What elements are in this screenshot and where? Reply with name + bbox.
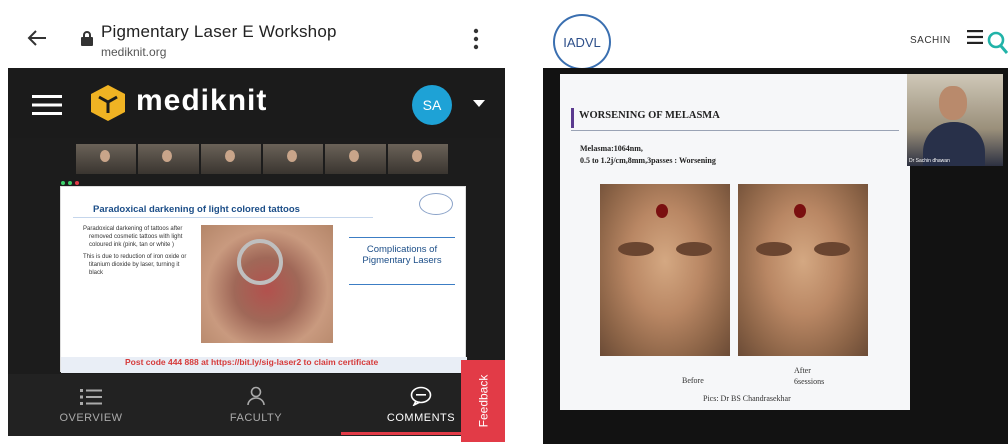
chevron-down-icon[interactable] <box>473 100 485 108</box>
before-label: Before <box>682 376 704 385</box>
search-icon[interactable] <box>987 30 1008 54</box>
iadvl-logo-icon <box>419 193 453 215</box>
clinical-photo-lips <box>201 225 333 343</box>
divider <box>73 217 373 218</box>
page-url[interactable]: mediknit.org <box>101 45 166 59</box>
tab-overview[interactable]: OVERVIEW <box>16 374 166 436</box>
presentation-slide: Paradoxical darkening of light colored t… <box>60 186 467 373</box>
page-title: Pigmentary Laser E Workshop <box>101 22 337 41</box>
tab-label: COMMENTS <box>386 412 456 424</box>
bindi-mark <box>794 204 806 218</box>
bindi-mark <box>656 204 668 218</box>
before-photo <box>600 184 730 356</box>
back-arrow-icon[interactable] <box>26 27 48 49</box>
title-accent-bar <box>571 108 574 128</box>
tab-faculty[interactable]: FACULTY <box>181 374 331 436</box>
mediknit-logo-icon <box>91 85 125 121</box>
after-photo <box>738 184 868 356</box>
eye-shape <box>676 242 712 256</box>
iadvl-logo: IADVL <box>553 14 611 70</box>
presenter-name: Dr Sachin dhawan <box>909 158 950 164</box>
screenshot-collage: Pigmentary Laser E Workshop mediknit.org… <box>0 0 1008 444</box>
iadvl-webinar-screen: IADVL SACHIN WORSENING OF MELASMA Melasm… <box>543 0 1008 444</box>
annotation-ring <box>237 239 283 285</box>
after-label: After <box>794 366 811 375</box>
person-icon <box>247 386 265 406</box>
photo-credit: Pics: Dr BS Chandrasekhar <box>703 394 791 403</box>
participant-thumbnail <box>262 144 324 174</box>
list-icon <box>80 389 102 405</box>
slide-parameter-line: 0.5 to 1.2j/cm,8mm,3passes : Worsening <box>580 156 716 165</box>
hamburger-menu-icon[interactable] <box>32 95 62 115</box>
bullet-item: This is due to reduction of iron oxide o… <box>83 254 187 276</box>
divider <box>571 130 899 131</box>
participant-thumbnail <box>76 144 137 174</box>
brand-name[interactable]: mediknit <box>136 84 267 118</box>
tab-label: OVERVIEW <box>59 412 123 424</box>
slide-bullets: Paradoxical darkening of tattoos after r… <box>81 225 191 281</box>
feedback-label: Feedback <box>476 374 491 428</box>
mediknit-mobile-screen: Pigmentary Laser E Workshop mediknit.org… <box>8 0 505 444</box>
more-options-icon[interactable] <box>473 28 479 50</box>
participant-thumbnail <box>138 144 199 174</box>
eye-shape <box>756 242 792 256</box>
eye-shape <box>618 242 654 256</box>
participant-thumbnail <box>387 144 448 174</box>
slide-title: Paradoxical darkening of light colored t… <box>93 204 300 215</box>
user-name[interactable]: SACHIN <box>910 35 951 46</box>
webinar-header: IADVL SACHIN <box>543 0 1008 70</box>
active-tab-indicator <box>341 432 467 435</box>
lock-icon <box>81 31 93 46</box>
slide-title: WORSENING OF MELASMA <box>579 110 720 121</box>
user-avatar[interactable]: SA <box>412 85 452 125</box>
feedback-button[interactable]: Feedback <box>461 360 505 442</box>
menu-icon[interactable] <box>967 30 983 44</box>
chat-bubble-icon <box>410 386 432 406</box>
tab-label: FACULTY <box>229 412 283 424</box>
certificate-ticker: Post code 444 888 at https://bit.ly/sig-… <box>125 357 379 367</box>
participant-thumbnails <box>76 144 448 174</box>
bottom-tab-bar: OVERVIEW FACULTY COMMENTS <box>8 374 505 436</box>
presenter-video-tile[interactable]: Dr Sachin dhawan <box>907 74 1003 166</box>
browser-toolbar: Pigmentary Laser E Workshop mediknit.org <box>8 0 505 68</box>
slide-parameter-line: Melasma:1064nm, <box>580 144 643 153</box>
participant-thumbnail <box>200 144 261 174</box>
slide-side-box: Complications of Pigmentary Lasers <box>349 237 455 285</box>
presentation-slide: WORSENING OF MELASMA Melasma:1064nm, 0.5… <box>560 74 910 410</box>
bullet-item: Paradoxical darkening of tattoos after r… <box>83 226 183 248</box>
eye-shape <box>814 242 850 256</box>
after-sessions-label: 6sessions <box>794 377 825 386</box>
presenter-head <box>939 86 967 120</box>
app-header: mediknit SA <box>8 68 505 138</box>
participant-thumbnail <box>325 144 386 174</box>
